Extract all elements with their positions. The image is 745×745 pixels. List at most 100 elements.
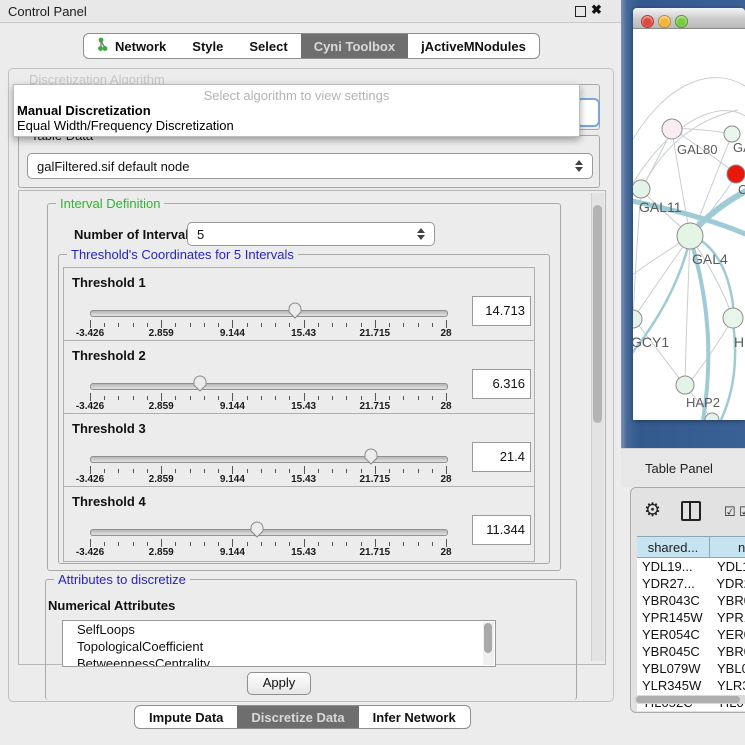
dropdown-placeholder-option[interactable]: Select algorithm to view settings: [14, 88, 579, 103]
network-node[interactable]: [727, 165, 745, 183]
network-node[interactable]: [633, 310, 642, 328]
network-node[interactable]: [676, 376, 694, 394]
float-window-icon[interactable]: [575, 6, 586, 17]
tab-style[interactable]: Style: [179, 34, 236, 58]
list-item[interactable]: BetweennessCentrality: [63, 655, 495, 667]
node-table: shared... n YDL19...YDL1YDR27...YDR2YBR0…: [637, 536, 745, 711]
scale-label: 28: [440, 401, 451, 412]
column-layout-icon[interactable]: [681, 501, 701, 521]
tab-cyni-toolbox[interactable]: Cyni Toolbox: [301, 34, 408, 58]
tick-mark: [332, 396, 333, 400]
vertical-scrollbar[interactable]: [591, 193, 604, 661]
tab-discretize-data[interactable]: Discretize Data: [237, 706, 358, 728]
threshold-value-field[interactable]: 21.4: [472, 442, 531, 472]
network-window-titlebar[interactable]: [633, 8, 745, 29]
threshold-value-field[interactable]: 11.344: [472, 515, 531, 545]
tick-mark: [361, 542, 362, 546]
tick-mark: [389, 323, 390, 327]
table-row[interactable]: YLR345WYLR3: [637, 677, 745, 694]
tick-mark: [90, 320, 91, 328]
tick-mark: [118, 396, 119, 400]
tick-mark: [375, 466, 376, 474]
list-item[interactable]: TopologicalCoefficient: [63, 638, 495, 655]
dropdown-option-manual[interactable]: Manual Discretization: [17, 103, 151, 118]
control-panel-titlebar: Control Panel ✖: [0, 0, 621, 23]
tick-mark: [90, 393, 91, 401]
scrollbar-thumb[interactable]: [484, 623, 492, 653]
scrollbar-thumb[interactable]: [593, 205, 602, 423]
tick-mark: [161, 320, 162, 328]
minimize-traffic-light-icon[interactable]: [658, 15, 671, 28]
tick-mark: [118, 469, 119, 473]
table-row[interactable]: YDL19...YDL1: [637, 558, 745, 575]
network-node[interactable]: [662, 119, 682, 139]
tab-infer-network[interactable]: Infer Network: [359, 706, 470, 728]
table-row[interactable]: YBL079WYBL0: [637, 660, 745, 677]
tick-mark: [304, 320, 305, 328]
table-row[interactable]: YDR27...YDR2: [637, 575, 745, 592]
tick-mark: [190, 469, 191, 473]
scale-label: 15.43: [291, 328, 316, 339]
scrollbar-thumb[interactable]: [636, 696, 740, 703]
tab-jactivemnodules[interactable]: jActiveMNodules: [408, 34, 539, 58]
slider-track[interactable]: [90, 529, 448, 536]
tick-mark: [247, 469, 248, 473]
tick-mark: [361, 396, 362, 400]
tab-select[interactable]: Select: [236, 34, 300, 58]
slider-thumb[interactable]: [249, 520, 265, 539]
zoom-traffic-light-icon[interactable]: [675, 15, 688, 28]
threshold-panel: Threshold 3 -3.4262.8599.14415.4321.7152…: [63, 413, 535, 489]
slider-thumb[interactable]: [192, 374, 208, 393]
tick-mark: [232, 539, 233, 547]
network-node[interactable]: [723, 308, 743, 328]
column-header-name[interactable]: n: [710, 537, 745, 557]
tab-impute-data[interactable]: Impute Data: [135, 706, 237, 728]
horizontal-scrollbar[interactable]: [634, 695, 745, 704]
dropdown-option-equal-width[interactable]: Equal Width/Frequency Discretization: [17, 118, 234, 133]
scale-label: -3.426: [76, 328, 104, 339]
slider-thumb[interactable]: [363, 447, 379, 466]
tab-network[interactable]: Network: [84, 34, 179, 58]
close-icon[interactable]: ✖: [591, 2, 602, 18]
interval-definition-group: Interval Definition Number of Intervals …: [47, 203, 561, 571]
table-row[interactable]: YER054CYER0: [637, 626, 745, 643]
threshold-value-field[interactable]: 6.316: [472, 369, 531, 399]
tick-mark: [104, 396, 105, 400]
close-traffic-light-icon[interactable]: [641, 15, 654, 28]
slider-thumb[interactable]: [287, 301, 303, 320]
attributes-group: Attributes to discretize Numerical Attri…: [45, 579, 577, 700]
column-header-shared-name[interactable]: shared...: [637, 537, 710, 557]
checkbox-icon[interactable]: ☑: [739, 504, 745, 520]
scale-label: 21.715: [360, 547, 391, 558]
right-pane: GAL80GACGAL11GAL4GCY1HHAP2 Table Panel ⚙…: [621, 0, 745, 745]
table-data-combobox[interactable]: galFiltered.sif default node: [27, 153, 593, 179]
checkbox-icon[interactable]: ☑: [724, 504, 736, 520]
node-label: GAL80: [677, 142, 717, 157]
settings-gear-icon[interactable]: ⚙: [644, 499, 661, 522]
node-label: HAP2: [686, 395, 720, 410]
tick-mark: [90, 466, 91, 474]
network-node[interactable]: [705, 413, 719, 420]
list-scrollbar[interactable]: [483, 622, 494, 665]
tick-mark: [361, 469, 362, 473]
tick-mark: [446, 320, 447, 328]
network-node[interactable]: [677, 223, 703, 249]
threshold-value-field[interactable]: 14.713: [472, 296, 531, 326]
network-canvas[interactable]: GAL80GACGAL11GAL4GCY1HHAP2: [633, 28, 745, 420]
num-intervals-combobox[interactable]: 5: [187, 222, 435, 246]
tick-mark: [389, 542, 390, 546]
num-intervals-label: Number of Intervals: [74, 227, 196, 242]
tick-mark: [346, 469, 347, 473]
table-row[interactable]: YBR045CYBR0: [637, 643, 745, 660]
tick-mark: [133, 323, 134, 327]
slider-track[interactable]: [90, 310, 448, 317]
network-node[interactable]: [633, 180, 650, 198]
list-item[interactable]: SelfLoops: [63, 621, 495, 638]
table-row[interactable]: YBR043CYBR0: [637, 592, 745, 609]
apply-button[interactable]: Apply: [247, 672, 311, 695]
table-row[interactable]: YPR145WYPR1: [637, 609, 745, 626]
slider-track[interactable]: [90, 383, 448, 390]
slider-track[interactable]: [90, 456, 448, 463]
tick-mark: [218, 396, 219, 400]
cell-shared-name: YBL079W: [637, 661, 714, 676]
